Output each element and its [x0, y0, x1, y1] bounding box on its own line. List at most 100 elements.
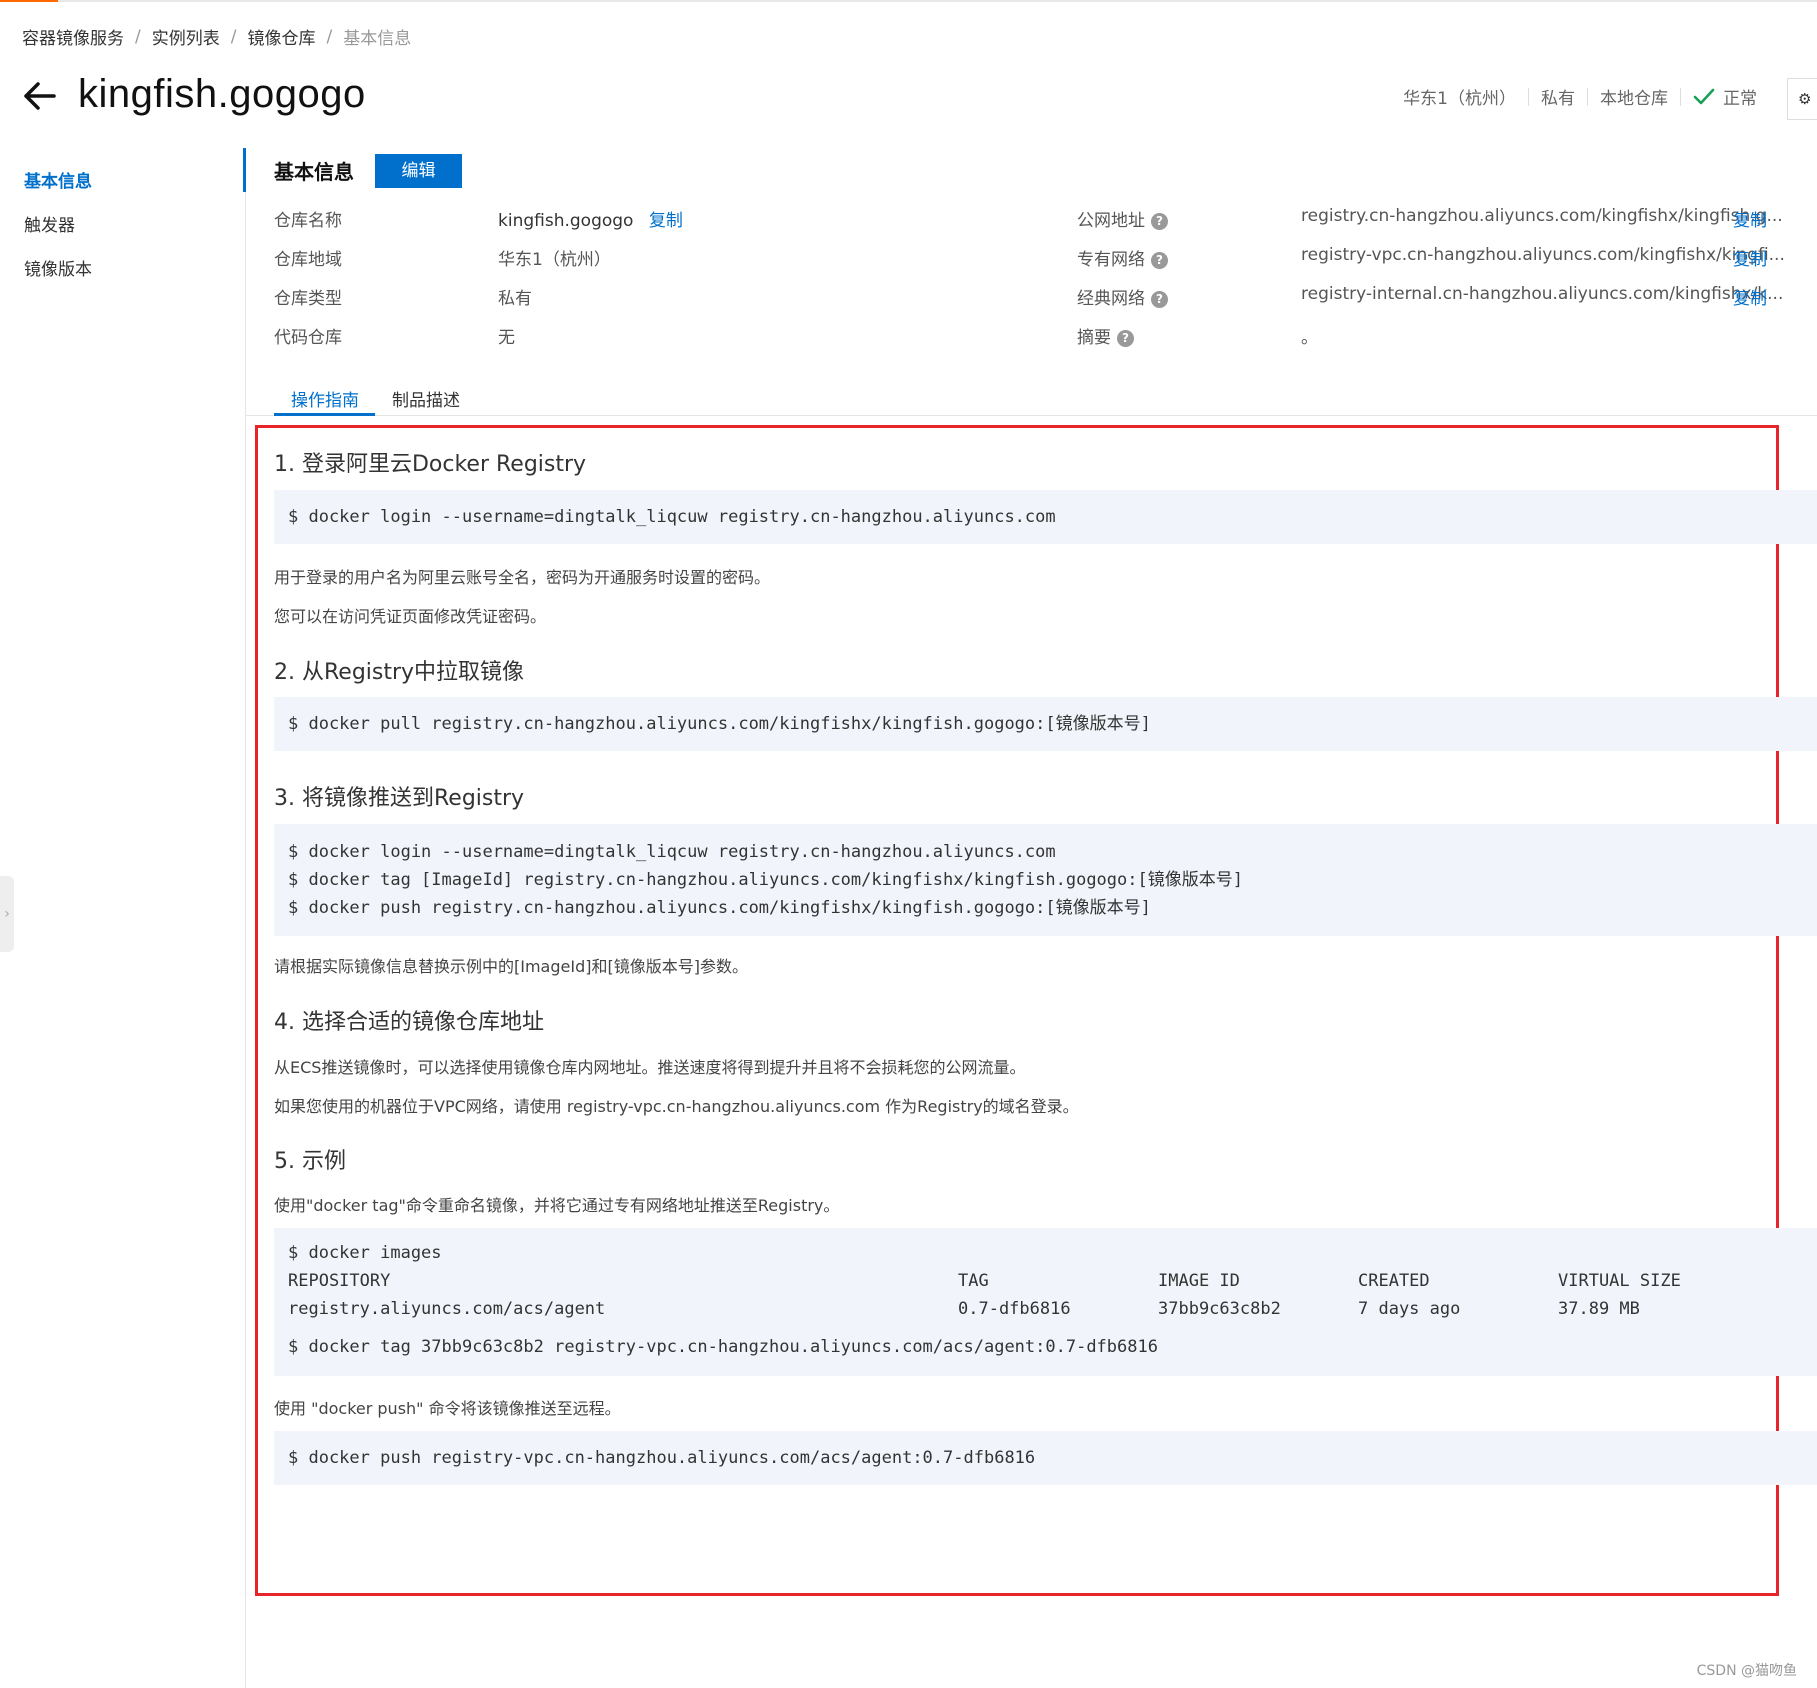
- status-repo-kind: 本地仓库: [1600, 89, 1668, 109]
- tabs-baseline: [246, 415, 1817, 416]
- info-label: 专有网络: [1077, 250, 1145, 270]
- code-block-pull: $ docker pull registry.cn-hangzhou.aliyu…: [274, 697, 1817, 751]
- copy-name-link[interactable]: 复制: [649, 211, 683, 231]
- code-line: $ docker images: [288, 1243, 442, 1263]
- section-indicator: [243, 148, 246, 192]
- guide-heading-2: 2. 从Registry中拉取镜像: [274, 660, 525, 685]
- top-border: [0, 0, 1817, 2]
- sidebar: 基本信息 触发器 镜像版本: [0, 160, 240, 292]
- divider: [1680, 87, 1681, 106]
- info-value-row: kingfish.gogogo 复制: [498, 206, 683, 231]
- gear-icon[interactable]: ⚙: [1787, 78, 1817, 120]
- code-line: $ docker tag 37bb9c63c8b2 registry-vpc.c…: [288, 1337, 1158, 1357]
- info-label: 仓库类型: [274, 289, 342, 309]
- code-block-push: $ docker login --username=dingtalk_liqcu…: [274, 824, 1817, 936]
- code-repo-value: 无: [498, 328, 515, 348]
- digest-value: 。: [1301, 328, 1318, 348]
- code-block-login: $ docker login --username=dingtalk_liqcu…: [274, 490, 1817, 544]
- tab-guide[interactable]: 操作指南: [291, 386, 359, 411]
- guide-text: 您可以在访问凭证页面修改凭证密码。: [274, 607, 547, 626]
- code-line: $ docker tag [ImageId] registry.cn-hangz…: [288, 870, 1243, 890]
- breadcrumb-separator: /: [135, 26, 141, 47]
- info-label: 代码仓库: [274, 328, 342, 348]
- public-address-value: registry.cn-hangzhou.aliyuncs.com/kingfi…: [1301, 206, 1783, 226]
- guide-text: 使用"docker tag"命令重命名镜像，并将它通过专有网络地址推送至Regi…: [274, 1196, 840, 1215]
- repo-type-value: 私有: [498, 289, 532, 309]
- breadcrumb: 容器镜像服务 / 实例列表 / 镜像仓库 / 基本信息: [22, 24, 412, 50]
- top-accent: [0, 0, 58, 2]
- divider: [1587, 87, 1588, 106]
- code-block-example: $ docker images REPOSITORY TAG IMAGE ID …: [274, 1228, 1817, 1376]
- col-repository: REPOSITORY: [288, 1271, 391, 1291]
- repo-status-bar: 华东1（杭州） 私有 本地仓库 正常: [1403, 84, 1757, 109]
- breadcrumb-item-service[interactable]: 容器镜像服务: [22, 24, 124, 49]
- breadcrumb-item-instances[interactable]: 实例列表: [152, 24, 220, 49]
- status-region: 华东1（杭州）: [1403, 89, 1516, 109]
- info-label-vpc: 专有网络?: [1077, 245, 1168, 270]
- check-icon: [1693, 88, 1715, 104]
- help-icon[interactable]: ?: [1151, 251, 1168, 269]
- help-icon[interactable]: ?: [1151, 212, 1168, 230]
- breadcrumb-item-current: 基本信息: [343, 29, 412, 49]
- repo-name-value: kingfish.gogogo: [498, 211, 634, 231]
- guide-heading-3: 3. 将镜像推送到Registry: [274, 786, 525, 811]
- guide-text: 从ECS推送镜像时，可以选择使用镜像仓库内网地址。推送速度将得到提升并且将不会损…: [274, 1058, 1026, 1077]
- help-icon[interactable]: ?: [1117, 329, 1134, 347]
- tab-description[interactable]: 制品描述: [392, 386, 460, 411]
- active-tab-underline: [274, 413, 375, 416]
- info-label: 仓库地域: [274, 250, 342, 270]
- breadcrumb-separator: /: [230, 26, 237, 47]
- info-label: 经典网络: [1077, 289, 1145, 309]
- info-label: 公网地址: [1077, 211, 1145, 231]
- guide-heading-1: 1. 登录阿里云Docker Registry: [274, 452, 587, 477]
- watermark: CSDN @猫吻鱼: [1696, 1663, 1797, 1679]
- help-icon[interactable]: ?: [1151, 290, 1168, 308]
- page-title: kingfish.gogogo: [78, 72, 366, 116]
- cell-image-id: 37bb9c63c8b2: [1158, 1299, 1281, 1319]
- sidebar-item-triggers[interactable]: 触发器: [0, 204, 240, 248]
- breadcrumb-separator: /: [326, 26, 333, 47]
- cell-virtual-size: 37.89 MB: [1558, 1299, 1640, 1319]
- info-label-classic: 经典网络?: [1077, 284, 1168, 309]
- copy-internal-link[interactable]: 复制: [1733, 284, 1767, 309]
- sidebar-item-basic-info[interactable]: 基本信息: [0, 160, 240, 204]
- code-line: $ docker push registry.cn-hangzhou.aliyu…: [288, 898, 1151, 918]
- cell-created: 7 days ago: [1358, 1299, 1461, 1319]
- breadcrumb-item-repos[interactable]: 镜像仓库: [247, 24, 315, 49]
- guide-text: 请根据实际镜像信息替换示例中的[ImageId]和[镜像版本号]参数。: [274, 957, 748, 976]
- back-arrow-icon[interactable]: [20, 76, 60, 116]
- code-line: $ docker login --username=dingtalk_liqcu…: [288, 842, 1056, 862]
- col-image-id: IMAGE ID: [1158, 1271, 1240, 1291]
- guide-text: 如果您使用的机器位于VPC网络，请使用 registry-vpc.cn-hang…: [274, 1097, 1079, 1116]
- repo-region-value: 华东1（杭州）: [498, 250, 611, 270]
- code-line: $ docker push registry-vpc.cn-hangzhou.a…: [288, 1448, 1036, 1468]
- guide-heading-5: 5. 示例: [274, 1149, 346, 1174]
- guide-text: 用于登录的用户名为阿里云账号全名，密码为开通服务时设置的密码。: [274, 568, 771, 587]
- info-label-public: 公网地址?: [1077, 206, 1168, 231]
- info-label-digest: 摘要?: [1077, 323, 1134, 348]
- copy-vpc-link[interactable]: 复制: [1733, 245, 1767, 270]
- images-table-row: registry.aliyuncs.com/acs/agent 0.7-dfb6…: [288, 1295, 1803, 1323]
- copy-public-link[interactable]: 复制: [1733, 206, 1767, 231]
- status-state: 正常: [1723, 89, 1757, 109]
- guide-heading-4: 4. 选择合适的镜像仓库地址: [274, 1010, 544, 1035]
- col-virtual-size: VIRTUAL SIZE: [1558, 1271, 1681, 1291]
- info-label: 仓库名称: [274, 211, 342, 231]
- chevron-right-icon[interactable]: ›: [0, 876, 14, 952]
- guide-text: 使用 "docker push" 命令将该镜像推送至远程。: [274, 1399, 621, 1418]
- vpc-address-value: registry-vpc.cn-hangzhou.aliyuncs.com/ki…: [1301, 245, 1785, 265]
- section-title: 基本信息: [274, 160, 354, 184]
- sidebar-item-image-versions[interactable]: 镜像版本: [0, 248, 240, 292]
- col-created: CREATED: [1358, 1271, 1430, 1291]
- info-label: 摘要: [1077, 328, 1111, 348]
- divider: [1528, 87, 1529, 106]
- code-line: $ docker pull registry.cn-hangzhou.aliyu…: [288, 714, 1151, 734]
- images-table-header: REPOSITORY TAG IMAGE ID CREATED VIRTUAL …: [288, 1267, 1803, 1295]
- col-tag: TAG: [958, 1271, 989, 1291]
- status-visibility: 私有: [1541, 89, 1575, 109]
- code-line: $ docker login --username=dingtalk_liqcu…: [288, 507, 1056, 527]
- cell-tag: 0.7-dfb6816: [958, 1299, 1071, 1319]
- cell-repository: registry.aliyuncs.com/acs/agent: [288, 1299, 606, 1319]
- internal-address-value: registry-internal.cn-hangzhou.aliyuncs.c…: [1301, 284, 1784, 304]
- edit-button[interactable]: 编辑: [375, 154, 462, 188]
